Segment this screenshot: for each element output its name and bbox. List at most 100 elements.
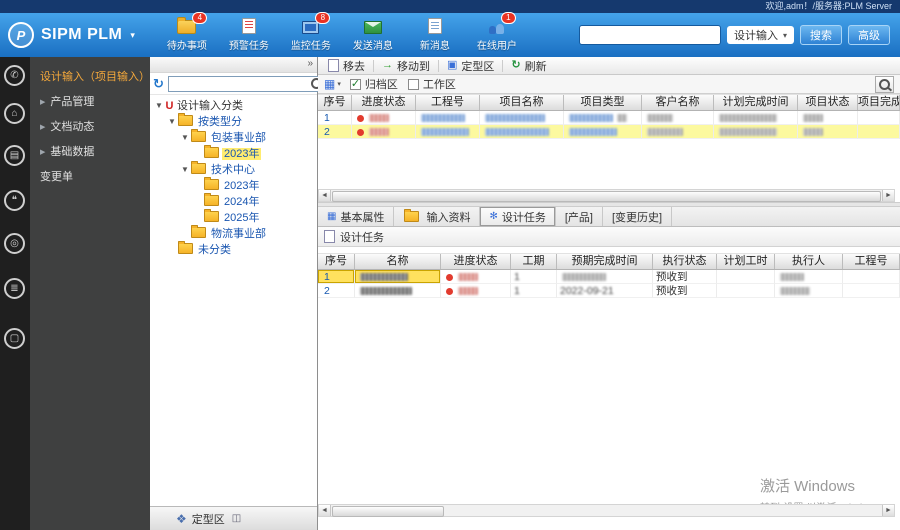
- column-header[interactable]: 计划工时: [717, 254, 775, 269]
- tab-change-history[interactable]: [变更历史]: [603, 207, 673, 226]
- tree-node-label: 设计输入分类: [177, 100, 243, 112]
- scroll-right-icon[interactable]: ►: [882, 190, 894, 201]
- tree-node-label: 包装事业部: [211, 132, 266, 144]
- table-row[interactable]: 2: [318, 125, 900, 139]
- target-icon[interactable]: ◎: [4, 233, 25, 254]
- column-header[interactable]: 项目名称: [480, 95, 564, 110]
- chevron-down-icon: ▾: [337, 81, 341, 88]
- tab-product[interactable]: [产品]: [556, 207, 603, 226]
- table-cell: [355, 270, 441, 284]
- view-options-button[interactable]: ▦ ▾: [324, 77, 341, 91]
- app-logo[interactable]: P SIPM PLM ▾: [8, 22, 135, 48]
- tree-filter-input[interactable]: [171, 76, 308, 91]
- table-row[interactable]: 2 1 2022-09-21 预收到: [318, 284, 900, 298]
- table-row[interactable]: 1: [318, 111, 900, 125]
- sidebar-item[interactable]: 变更单: [30, 165, 150, 190]
- phone-icon[interactable]: ✆: [4, 65, 25, 86]
- column-header[interactable]: 工期: [511, 254, 557, 269]
- column-header[interactable]: 客户名称: [642, 95, 714, 110]
- tree-node[interactable]: 2023年: [150, 177, 317, 194]
- toolbar-button-dingxing[interactable]: ▣ 定型区: [441, 58, 500, 74]
- column-header[interactable]: 进度状态: [352, 95, 416, 110]
- tree-node[interactable]: 未分类: [150, 241, 317, 258]
- folder-icon: [404, 209, 420, 222]
- redacted-text: [780, 287, 810, 296]
- scroll-left-icon[interactable]: ◄: [319, 190, 331, 201]
- sidebar-item[interactable]: ▶ 文档动态: [30, 115, 150, 140]
- column-header[interactable]: 项目状态: [798, 95, 858, 110]
- column-header[interactable]: 进度状态: [441, 254, 511, 269]
- table-row[interactable]: 1 1 预收到: [318, 270, 900, 284]
- zone-filter-unchecked[interactable]: 工作区: [407, 76, 456, 92]
- task-table-hscrollbar[interactable]: ◄ ►: [318, 504, 895, 517]
- dingxing-panel-header[interactable]: ❖ 定型区 ◫: [150, 506, 317, 530]
- logo-text: SIPM PLM: [41, 26, 123, 43]
- sidebar-item[interactable]: 设计输入（项目输入）: [30, 65, 150, 90]
- restore-panel-icon[interactable]: ◫: [232, 513, 241, 524]
- column-header[interactable]: 执行人: [775, 254, 843, 269]
- toolbar-button-refresh[interactable]: ↻ 刷新: [505, 58, 552, 74]
- project-table-hscrollbar[interactable]: ◄ ►: [318, 189, 895, 202]
- nav-item-monitor[interactable]: 8 监控任务: [289, 12, 333, 52]
- scroll-right-icon[interactable]: ►: [882, 505, 894, 516]
- design-task-toolbar-label[interactable]: 设计任务: [340, 229, 384, 245]
- table-cell: [717, 284, 775, 298]
- column-header[interactable]: 预期完成时间: [557, 254, 653, 269]
- column-header[interactable]: 计划完成时间: [714, 95, 798, 110]
- blurred-text: 2022-09-21: [560, 285, 614, 297]
- table-cell: [775, 270, 843, 284]
- book-icon[interactable]: ≣: [4, 278, 25, 299]
- chat-icon[interactable]: ❝: [4, 190, 25, 211]
- tree-node[interactable]: ▼ 按类型分: [150, 113, 317, 130]
- tree-node[interactable]: ▼ 包装事业部: [150, 129, 317, 146]
- expand-arrow-icon: ▼: [181, 165, 189, 174]
- sidebar-item[interactable]: ▶ 产品管理: [30, 90, 150, 115]
- database-icon[interactable]: ▤: [4, 145, 25, 166]
- search-icon: [879, 78, 890, 90]
- column-header[interactable]: 工程号: [416, 95, 480, 110]
- chevron-down-icon[interactable]: ▾: [130, 30, 135, 41]
- folder-icon: [191, 225, 206, 238]
- nav-item-message[interactable]: 新消息: [413, 18, 457, 52]
- tree-node[interactable]: 2023年: [150, 145, 317, 162]
- search-button[interactable]: 搜索: [800, 25, 842, 45]
- tree-refresh-icon[interactable]: ↻: [153, 77, 164, 90]
- table-search-button[interactable]: [875, 75, 894, 93]
- nav-item-warning[interactable]: 预警任务: [227, 18, 271, 52]
- column-header[interactable]: 项目完成: [858, 95, 900, 110]
- tree-node[interactable]: 2024年: [150, 193, 317, 210]
- tree-node-label: 按类型分: [198, 116, 242, 128]
- table-cell: [714, 125, 798, 139]
- advanced-search-button[interactable]: 高级: [848, 25, 890, 45]
- scroll-thumb[interactable]: [332, 191, 881, 202]
- column-header[interactable]: 序号: [318, 254, 355, 269]
- search-input[interactable]: [578, 25, 721, 45]
- home-icon[interactable]: ⌂: [4, 103, 25, 124]
- search-scope-dropdown[interactable]: 设计输入 ▾: [726, 26, 794, 44]
- monitor-icon[interactable]: ▢: [4, 328, 25, 349]
- scroll-left-icon[interactable]: ◄: [319, 505, 331, 516]
- toolbar-button-move-to[interactable]: → 移动到: [376, 58, 436, 74]
- scroll-thumb[interactable]: [332, 506, 444, 517]
- column-header[interactable]: 序号: [318, 95, 352, 110]
- column-header[interactable]: 工程号: [843, 254, 900, 269]
- table-cell: [564, 111, 642, 125]
- column-header[interactable]: 执行状态: [653, 254, 717, 269]
- nav-item-todo[interactable]: 4 待办事项: [165, 12, 209, 52]
- tree-node[interactable]: 2025年: [150, 209, 317, 226]
- nav-item-send[interactable]: 发送消息: [351, 18, 395, 52]
- zone-filter-checked[interactable]: 归档区: [349, 76, 398, 92]
- tab-design-task[interactable]: ✻ 设计任务: [480, 207, 556, 226]
- tree-node[interactable]: 物流事业部: [150, 225, 317, 242]
- column-header[interactable]: 项目类型: [564, 95, 642, 110]
- notification-badge: 8: [315, 12, 331, 24]
- tree-node[interactable]: ▼ U 设计输入分类: [150, 98, 317, 114]
- tab-input-docs[interactable]: 输入资料: [394, 207, 481, 226]
- collapse-panel-icon[interactable]: »: [307, 58, 313, 69]
- column-header[interactable]: 名称: [355, 254, 441, 269]
- sidebar-item[interactable]: ▶ 基础数据: [30, 140, 150, 165]
- nav-item-online[interactable]: 1 在线用户: [475, 12, 519, 52]
- tab-basic[interactable]: ▦ 基本属性: [318, 207, 395, 226]
- toolbar-button-remove[interactable]: 移去: [322, 58, 371, 74]
- tree-node[interactable]: ▼ 技术中心: [150, 161, 317, 178]
